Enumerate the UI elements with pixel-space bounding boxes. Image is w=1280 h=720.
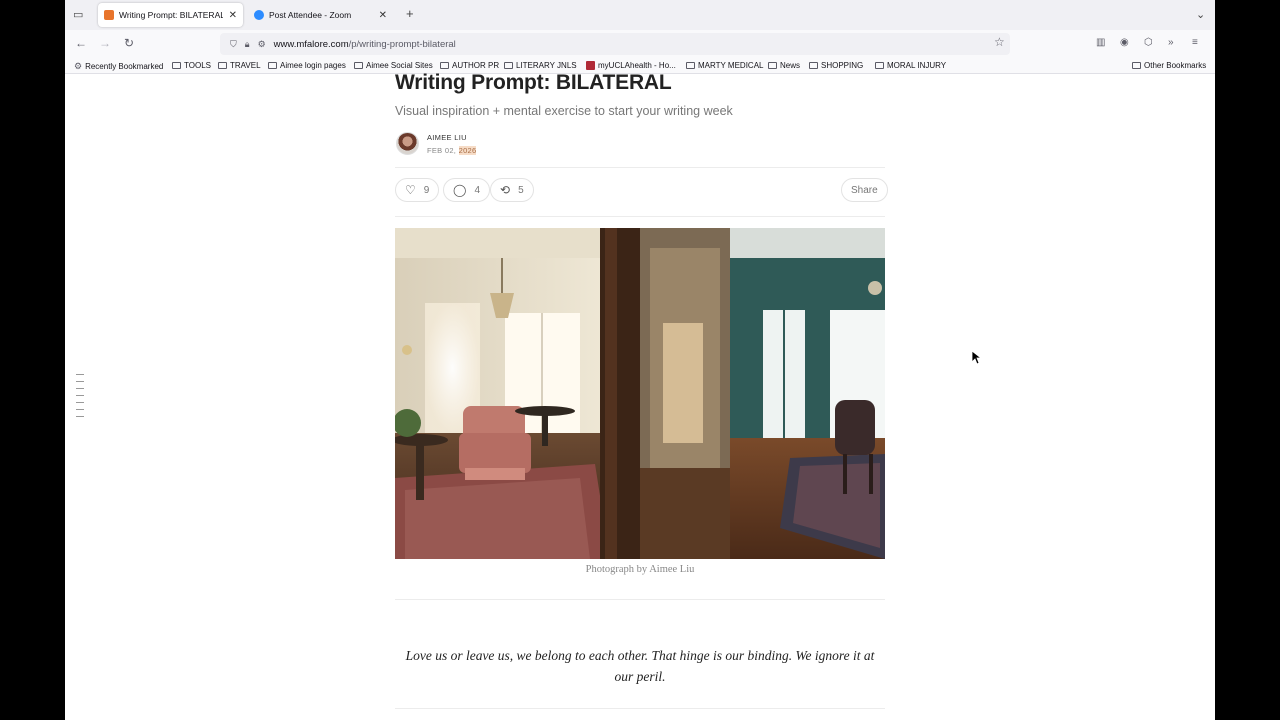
post-date-year: 2026 bbox=[458, 146, 477, 155]
bookmark-label: MORAL INJURY bbox=[887, 61, 947, 70]
bookmark-label: News bbox=[780, 61, 801, 70]
comment-icon: ◯ bbox=[453, 183, 467, 197]
article-page: Writing Prompt: BILATERAL Visual inspira… bbox=[65, 71, 1215, 720]
bookmark-author-pr[interactable]: AUTHOR PR bbox=[440, 61, 499, 70]
folder-icon bbox=[875, 62, 884, 69]
folder-icon bbox=[440, 62, 449, 69]
folder-icon bbox=[768, 62, 777, 69]
tab-title: Post Attendee - Zoom bbox=[269, 10, 352, 20]
navigation-toolbar: ← → ↻ ⛉ 🔒︎ ⚙ www.mfalore.com/p/writing-p… bbox=[65, 30, 1215, 58]
folder-icon bbox=[504, 62, 513, 69]
post-date: FEB 02, 2026 bbox=[427, 146, 477, 155]
author-avatar[interactable] bbox=[396, 132, 419, 155]
bookmark-star-icon[interactable]: ☆ bbox=[994, 35, 1005, 49]
lock-icon[interactable]: 🔒︎ bbox=[245, 39, 250, 50]
divider bbox=[395, 708, 885, 709]
post-photograph[interactable] bbox=[395, 228, 885, 559]
folder-icon bbox=[268, 62, 277, 69]
pull-quote: Love us or leave us, we belong to each o… bbox=[405, 648, 875, 684]
interior-room-photo bbox=[395, 228, 885, 559]
like-button[interactable]: ♡ 9 bbox=[395, 178, 440, 202]
bookmark-label: Recently Bookmarked bbox=[85, 62, 164, 71]
folder-icon bbox=[354, 62, 363, 69]
folder-icon bbox=[172, 62, 181, 69]
sidebar-icon[interactable]: ▥ bbox=[1096, 37, 1105, 48]
bookmark-travel[interactable]: TRAVEL bbox=[218, 61, 261, 70]
substack-favicon-icon bbox=[104, 10, 114, 20]
folder-icon bbox=[1132, 62, 1141, 69]
menu-icon[interactable]: ≡ bbox=[1192, 37, 1198, 48]
chevron-down-icon[interactable]: ⌄ bbox=[1196, 8, 1205, 21]
comment-count: 4 bbox=[474, 184, 480, 196]
post-title: Writing Prompt: BILATERAL bbox=[395, 71, 672, 94]
browser-window: ▭ Writing Prompt: BILATERAL - by ✕ Post … bbox=[65, 0, 1215, 720]
bookmark-literary-jnls[interactable]: LITERARY JNLS bbox=[504, 61, 577, 70]
tab-writing-prompt[interactable]: Writing Prompt: BILATERAL - by ✕ bbox=[98, 3, 243, 27]
bookmark-label: TOOLS bbox=[184, 61, 211, 70]
tab-zoom[interactable]: Post Attendee - Zoom ✕ bbox=[248, 3, 393, 27]
share-button[interactable]: Share bbox=[841, 178, 888, 202]
table-of-contents-indicator[interactable] bbox=[76, 374, 84, 423]
close-tab-icon[interactable]: ✕ bbox=[229, 10, 237, 21]
gear-icon: ⚙ bbox=[74, 61, 83, 71]
folder-icon bbox=[809, 62, 818, 69]
like-count: 9 bbox=[423, 184, 430, 196]
bookmark-aimee-social-sites[interactable]: Aimee Social Sites bbox=[354, 61, 433, 70]
divider bbox=[395, 599, 885, 600]
divider bbox=[395, 167, 885, 168]
back-arrow-icon[interactable]: ← bbox=[73, 36, 89, 50]
shield-icon[interactable]: ⛉ bbox=[230, 39, 237, 50]
bookmark-label: SHOPPING bbox=[821, 61, 864, 70]
overflow-chevron-icon[interactable]: » bbox=[1168, 37, 1174, 48]
close-tab-icon[interactable]: ✕ bbox=[379, 10, 387, 21]
divider bbox=[395, 216, 885, 217]
bookmark-label: myUCLAhealth - Ho... bbox=[598, 61, 676, 70]
url-domain: www.mfalore.com bbox=[273, 38, 349, 50]
url-path: /p/writing-prompt-bilateral bbox=[348, 38, 456, 50]
bookmark-recently-bookmarked[interactable]: ⚙ Recently Bookmarked bbox=[74, 61, 163, 72]
bookmark-label: AUTHOR PR bbox=[452, 61, 500, 70]
new-tab-icon[interactable]: + bbox=[406, 6, 414, 21]
tab-list-icon[interactable]: ▭ bbox=[73, 8, 83, 21]
extensions-icon[interactable]: ⬡ bbox=[1144, 37, 1153, 48]
zoom-favicon-icon bbox=[254, 10, 264, 20]
bookmark-label: MARTY MEDICAL bbox=[698, 61, 764, 70]
bookmark-label: TRAVEL bbox=[230, 61, 261, 70]
tab-title: Writing Prompt: BILATERAL - by bbox=[119, 10, 223, 20]
comment-button[interactable]: ◯ 4 bbox=[443, 178, 490, 202]
heart-icon: ♡ bbox=[405, 183, 416, 197]
bookmark-myuclahealth[interactable]: myUCLAhealth - Ho... bbox=[586, 61, 676, 70]
post-date-day: FEB 02, bbox=[427, 146, 457, 155]
bookmark-tools[interactable]: TOOLS bbox=[172, 61, 211, 70]
reload-icon[interactable]: ↻ bbox=[121, 36, 137, 50]
bookmark-label: LITERARY JNLS bbox=[516, 61, 577, 70]
bookmark-label: Aimee login pages bbox=[280, 61, 346, 70]
forward-arrow-icon[interactable]: → bbox=[97, 36, 113, 50]
restack-button[interactable]: ⟲ 5 bbox=[490, 178, 534, 202]
bookmark-other-bookmarks[interactable]: Other Bookmarks bbox=[1132, 61, 1206, 70]
mouse-cursor-icon bbox=[972, 351, 982, 365]
restack-icon: ⟲ bbox=[500, 183, 511, 197]
folder-icon bbox=[686, 62, 695, 69]
restack-count: 5 bbox=[518, 184, 524, 196]
bookmark-marty-medical[interactable]: MARTY MEDICAL bbox=[686, 61, 764, 70]
post-subtitle: Visual inspiration + mental exercise to … bbox=[395, 104, 733, 118]
folder-icon bbox=[218, 62, 227, 69]
bookmark-aimee-login-pages[interactable]: Aimee login pages bbox=[268, 61, 346, 70]
photo-caption: Photograph by Aimee Liu bbox=[585, 564, 695, 575]
bookmark-news[interactable]: News bbox=[768, 61, 800, 70]
permissions-icon[interactable]: ⚙ bbox=[258, 39, 266, 50]
url-bar[interactable]: ⛉ 🔒︎ ⚙ www.mfalore.com/p/writing-prompt-… bbox=[220, 33, 1010, 55]
bookmark-shopping[interactable]: SHOPPING bbox=[809, 61, 863, 70]
tab-strip: ▭ Writing Prompt: BILATERAL - by ✕ Post … bbox=[65, 0, 1215, 30]
bookmark-label: Aimee Social Sites bbox=[366, 61, 433, 70]
bookmark-label: Other Bookmarks bbox=[1144, 61, 1207, 70]
share-label: Share bbox=[851, 184, 878, 196]
account-icon[interactable]: ◉ bbox=[1120, 37, 1129, 48]
ucla-health-favicon-icon bbox=[586, 61, 595, 70]
author-name[interactable]: AIMEE LIU bbox=[427, 133, 467, 142]
bookmark-moral-injury[interactable]: MORAL INJURY bbox=[875, 61, 946, 70]
